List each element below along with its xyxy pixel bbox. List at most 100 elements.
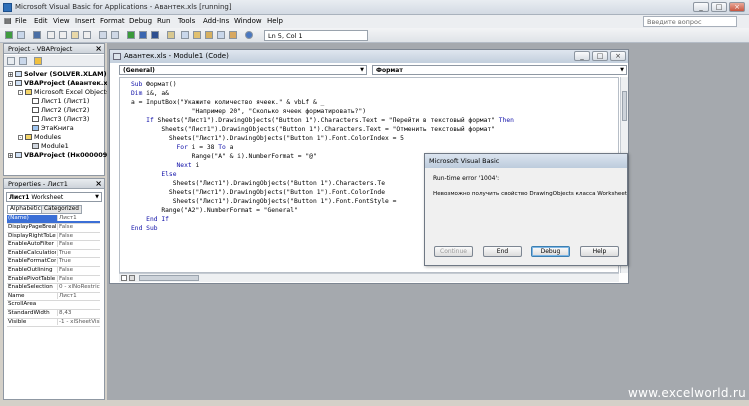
code-close-button[interactable]: × xyxy=(610,51,626,61)
property-row[interactable]: StandardWidth 8,43 xyxy=(7,310,100,319)
property-row[interactable]: EnableAutoFilter False xyxy=(7,241,100,250)
property-row[interactable]: EnableSelection0 - xlNoRestricts xyxy=(7,284,100,293)
menu-window[interactable]: Window xyxy=(234,17,262,25)
code-line[interactable]: Dim i&, a& xyxy=(131,89,169,98)
copy-icon[interactable] xyxy=(59,31,67,39)
dropdown-arrow-icon[interactable]: ▼ xyxy=(95,194,99,200)
code-line[interactable]: Sheets("Лист1").DrawingObjects("Button 1… xyxy=(131,125,495,134)
code-line[interactable]: Next i xyxy=(131,161,200,170)
procedure-combo[interactable]: Формат ▼ xyxy=(372,65,627,75)
property-row[interactable]: EnableCalculation True xyxy=(7,249,100,259)
toolbox-icon[interactable] xyxy=(217,31,225,39)
tree-item-vbaproject-nk[interactable]: + VBAProject (Нк000009 xyxy=(8,151,107,159)
menu-view[interactable]: View xyxy=(53,17,70,25)
control-toolbox-icon[interactable] xyxy=(229,31,237,39)
tree-item-modules[interactable]: - Modules xyxy=(18,133,61,141)
properties-window-icon[interactable] xyxy=(193,31,201,39)
toggle-folders-icon[interactable] xyxy=(34,57,42,65)
code-line[interactable]: Sub Формат() xyxy=(131,80,177,89)
code-line[interactable]: "Например 20", "Сколько ячеек форматиров… xyxy=(131,107,366,116)
design-mode-icon[interactable] xyxy=(167,31,175,39)
object-selector[interactable]: Лист1 Worksheet ▼ xyxy=(6,192,102,202)
tree-item-excel-objects[interactable]: - Microsoft Excel Objects xyxy=(18,88,110,96)
run-icon[interactable] xyxy=(127,31,135,39)
continue-button[interactable]: Continue xyxy=(434,246,473,257)
code-line[interactable]: End If xyxy=(131,215,169,224)
scroll-thumb[interactable] xyxy=(622,91,627,121)
property-row-name[interactable]: (Name) Лист1 xyxy=(7,215,100,224)
property-row[interactable]: EnableOutlining False xyxy=(7,267,100,276)
tab-categorized[interactable]: Categorized xyxy=(41,205,82,214)
end-button[interactable]: End xyxy=(483,246,522,257)
undo-icon[interactable] xyxy=(99,31,107,39)
menu-edit[interactable]: Edit xyxy=(34,17,48,25)
code-line[interactable]: For i = 38 To a xyxy=(131,143,234,152)
menu-add-ins[interactable]: Add-Ins xyxy=(203,17,229,25)
property-row[interactable]: EnableFormatCon True xyxy=(7,258,100,267)
expand-icon[interactable]: + xyxy=(8,71,13,77)
minimize-button[interactable]: _ xyxy=(693,2,709,12)
collapse-icon[interactable]: - xyxy=(18,134,23,140)
property-row[interactable]: DisplayRightToLef False xyxy=(7,232,100,242)
code-maximize-button[interactable]: □ xyxy=(592,51,608,61)
project-explorer-icon[interactable] xyxy=(181,31,189,39)
help-button[interactable]: Help xyxy=(580,246,619,257)
code-line[interactable]: If Sheets("Лист1").DrawingObjects("Butto… xyxy=(131,116,514,125)
find-icon[interactable] xyxy=(83,31,91,39)
collapse-icon[interactable]: - xyxy=(18,89,23,95)
break-icon[interactable] xyxy=(139,31,147,39)
expand-icon[interactable]: + xyxy=(8,152,13,158)
full-module-view-icon[interactable] xyxy=(129,275,135,281)
maximize-button[interactable]: □ xyxy=(711,2,727,12)
close-icon[interactable]: × xyxy=(95,179,102,188)
tree-item-solver[interactable]: + Solver (SOLVER.XLAM) xyxy=(8,70,107,78)
code-line[interactable]: Sheets("Лист1").DrawingObjects("Button 1… xyxy=(131,197,397,206)
menu-insert[interactable]: Insert xyxy=(75,17,95,25)
tree-item-thisworkbook[interactable]: ЭтаКнига xyxy=(32,124,74,132)
paste-icon[interactable] xyxy=(71,31,79,39)
cut-icon[interactable] xyxy=(47,31,55,39)
property-row[interactable]: DisplayPageBreak False xyxy=(7,224,100,233)
property-row[interactable]: ScrollArea xyxy=(7,301,100,310)
menu-format[interactable]: Format xyxy=(100,17,125,25)
insert-module-icon[interactable] xyxy=(17,31,25,39)
code-line[interactable]: Sheets("Лист1").DrawingObjects("Button 1… xyxy=(131,134,404,143)
object-browser-icon[interactable] xyxy=(205,31,213,39)
ask-question-input[interactable]: Введите вопрос xyxy=(643,16,737,27)
tab-alphabetic[interactable]: Alphabetic xyxy=(7,205,44,214)
tree-item-sheet1[interactable]: Лист1 (Лист1) xyxy=(32,97,89,105)
view-object-icon[interactable] xyxy=(19,57,27,65)
horizontal-scrollbar[interactable] xyxy=(119,273,619,282)
save-icon[interactable] xyxy=(33,31,41,39)
tree-item-vbaproject-avantek[interactable]: - VBAProject (Авантек.x xyxy=(8,79,108,87)
code-line[interactable]: Sheets("Лист1").DrawingObjects("Button 1… xyxy=(131,188,385,197)
property-row[interactable]: Visible -1 - xlSheetVisib xyxy=(7,318,100,328)
debug-button[interactable]: Debug xyxy=(531,246,570,257)
menu-run[interactable]: Run xyxy=(157,17,170,25)
tree-item-sheet3[interactable]: Лист3 (Лист3) xyxy=(32,115,89,123)
menu-tools[interactable]: Tools xyxy=(178,17,195,25)
code-line[interactable]: Sheets("Лист1").DrawingObjects("Button 1… xyxy=(131,179,385,188)
redo-icon[interactable] xyxy=(111,31,119,39)
property-row[interactable]: Name Лист1 xyxy=(7,292,100,302)
property-row[interactable]: EnablePivotTable False xyxy=(7,275,100,285)
help-icon[interactable] xyxy=(245,31,253,39)
close-button[interactable]: × xyxy=(729,2,745,12)
reset-icon[interactable] xyxy=(151,31,159,39)
menu-debug[interactable]: Debug xyxy=(129,17,152,25)
code-line[interactable]: a = InputBox("Укажите количество ячеек."… xyxy=(131,98,324,107)
collapse-icon[interactable]: - xyxy=(8,80,13,86)
dropdown-arrow-icon[interactable]: ▼ xyxy=(360,67,364,73)
object-combo[interactable]: (General) ▼ xyxy=(119,65,367,75)
code-line[interactable]: End Sub xyxy=(131,224,158,233)
menu-file[interactable]: File xyxy=(15,17,27,25)
tree-item-sheet2[interactable]: Лист2 (Лист2) xyxy=(32,106,89,114)
view-excel-icon[interactable] xyxy=(5,31,13,39)
dropdown-arrow-icon[interactable]: ▼ xyxy=(620,67,624,73)
code-line[interactable]: Range("A" & i).NumberFormat = "@" xyxy=(131,152,317,161)
tree-item-module1[interactable]: Module1 xyxy=(32,142,69,150)
code-line[interactable]: Else xyxy=(131,170,176,179)
procedure-view-icon[interactable] xyxy=(121,275,127,281)
close-icon[interactable]: × xyxy=(95,44,102,53)
menu-help[interactable]: Help xyxy=(267,17,283,25)
